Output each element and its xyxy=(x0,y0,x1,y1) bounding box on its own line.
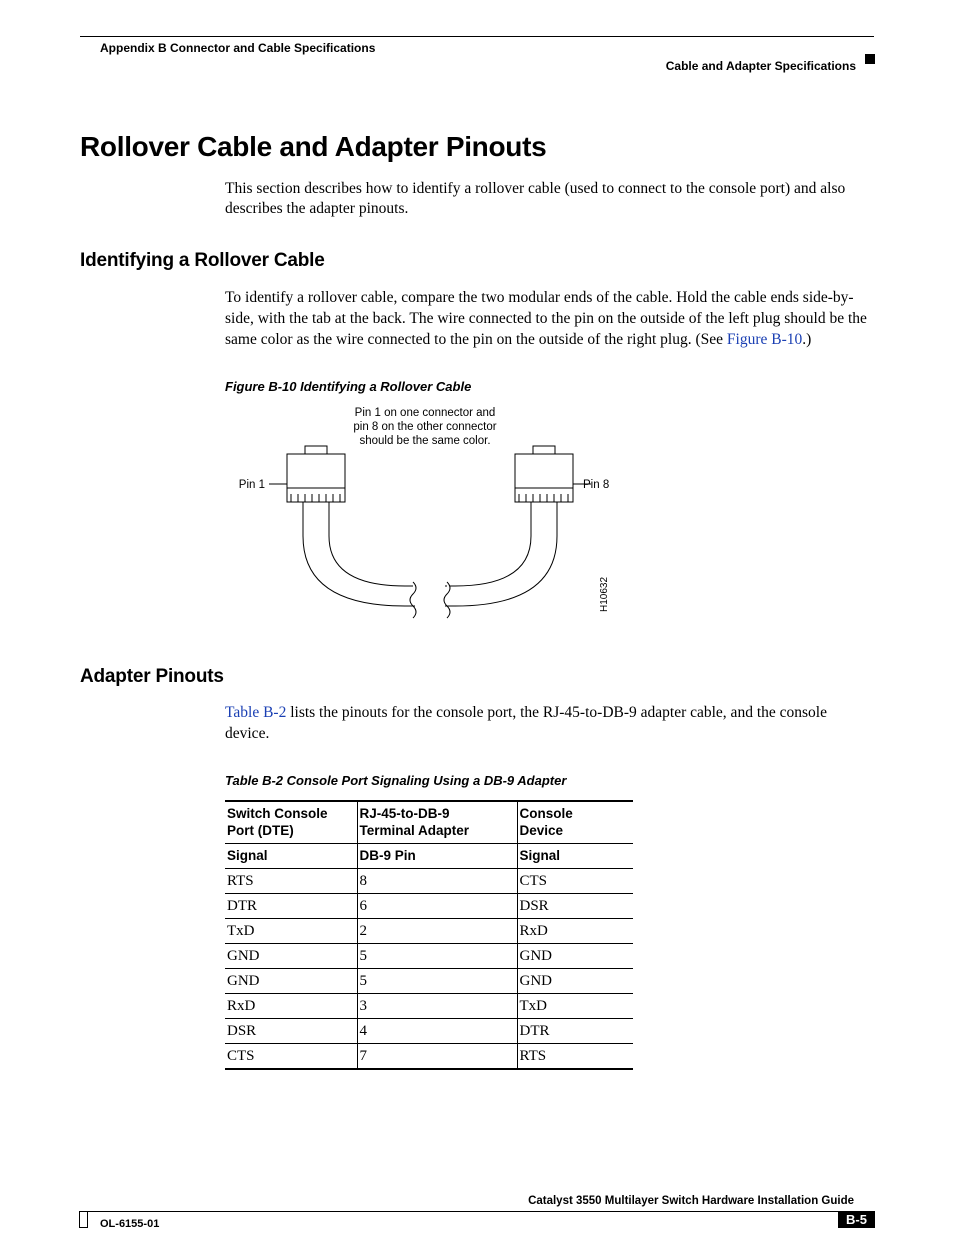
table-row: GND5GND xyxy=(225,968,633,993)
adapter-text: lists the pinouts for the console port, … xyxy=(225,704,827,742)
footer-square-icon xyxy=(79,1211,88,1228)
table-row: DTR6DSR xyxy=(225,893,633,918)
table-body: RTS8CTS DTR6DSR TxD2RxD GND5GND GND5GND … xyxy=(225,868,633,1069)
rollover-paragraph: To identify a rollover cable, compare th… xyxy=(225,288,874,351)
pin1-label: Pin 1 xyxy=(225,478,265,492)
th-signal-left: Signal xyxy=(225,843,357,868)
pin8-label: Pin 8 xyxy=(583,478,623,492)
section-adapter-pinouts: Adapter Pinouts xyxy=(80,666,874,688)
table-header-row-1: Switch ConsolePort (DTE) RJ-45-to-DB-9Te… xyxy=(225,801,633,843)
footer-doc-id: OL-6155-01 xyxy=(100,1218,159,1230)
intro-paragraph: This section describes how to identify a… xyxy=(225,179,874,221)
th-rj45-db9: RJ-45-to-DB-9Terminal Adapter xyxy=(357,801,517,843)
table-row: RTS8CTS xyxy=(225,868,633,893)
footer-rule: OL-6155-01 B-5 xyxy=(80,1211,874,1212)
header-square-icon xyxy=(865,54,875,64)
table-row: TxD2RxD xyxy=(225,918,633,943)
th-db9-pin: DB-9 Pin xyxy=(357,843,517,868)
header-appendix: Appendix B Connector and Cable Specifica… xyxy=(100,41,874,55)
footer-page-number: B-5 xyxy=(838,1211,875,1228)
th-signal-right: Signal xyxy=(517,843,633,868)
table-row: RxD3TxD xyxy=(225,993,633,1018)
rollover-text-b: .) xyxy=(802,331,811,348)
table-row: DSR4DTR xyxy=(225,1018,633,1043)
figure-b10: Pin 1 on one connector andpin 8 on the o… xyxy=(225,406,874,636)
page: Appendix B Connector and Cable Specifica… xyxy=(0,0,954,1235)
page-title: Rollover Cable and Adapter Pinouts xyxy=(80,131,874,163)
pinout-table: Switch ConsolePort (DTE) RJ-45-to-DB-9Te… xyxy=(225,800,633,1070)
table-caption: Table B-2 Console Port Signaling Using a… xyxy=(225,773,874,788)
section-identifying-rollover: Identifying a Rollover Cable xyxy=(80,250,874,272)
footer-doc-title: Catalyst 3550 Multilayer Switch Hardware… xyxy=(80,1195,854,1207)
table-row: CTS7RTS xyxy=(225,1043,633,1069)
th-switch-console: Switch ConsolePort (DTE) xyxy=(225,801,357,843)
header-rule xyxy=(80,36,874,37)
figure-caption: Figure B-10 Identifying a Rollover Cable xyxy=(225,379,874,394)
table-header-row-2: Signal DB-9 Pin Signal xyxy=(225,843,633,868)
figure-code: H10632 xyxy=(599,577,612,612)
figure-link[interactable]: Figure B-10 xyxy=(727,331,802,348)
table-link[interactable]: Table B-2 xyxy=(225,704,286,721)
figure-top-label: Pin 1 on one connector andpin 8 on the o… xyxy=(335,406,515,449)
adapter-paragraph: Table B-2 lists the pinouts for the cons… xyxy=(225,703,874,745)
table-row: GND5GND xyxy=(225,943,633,968)
header-section: Cable and Adapter Specifications xyxy=(80,59,856,73)
th-console-device: ConsoleDevice xyxy=(517,801,633,843)
